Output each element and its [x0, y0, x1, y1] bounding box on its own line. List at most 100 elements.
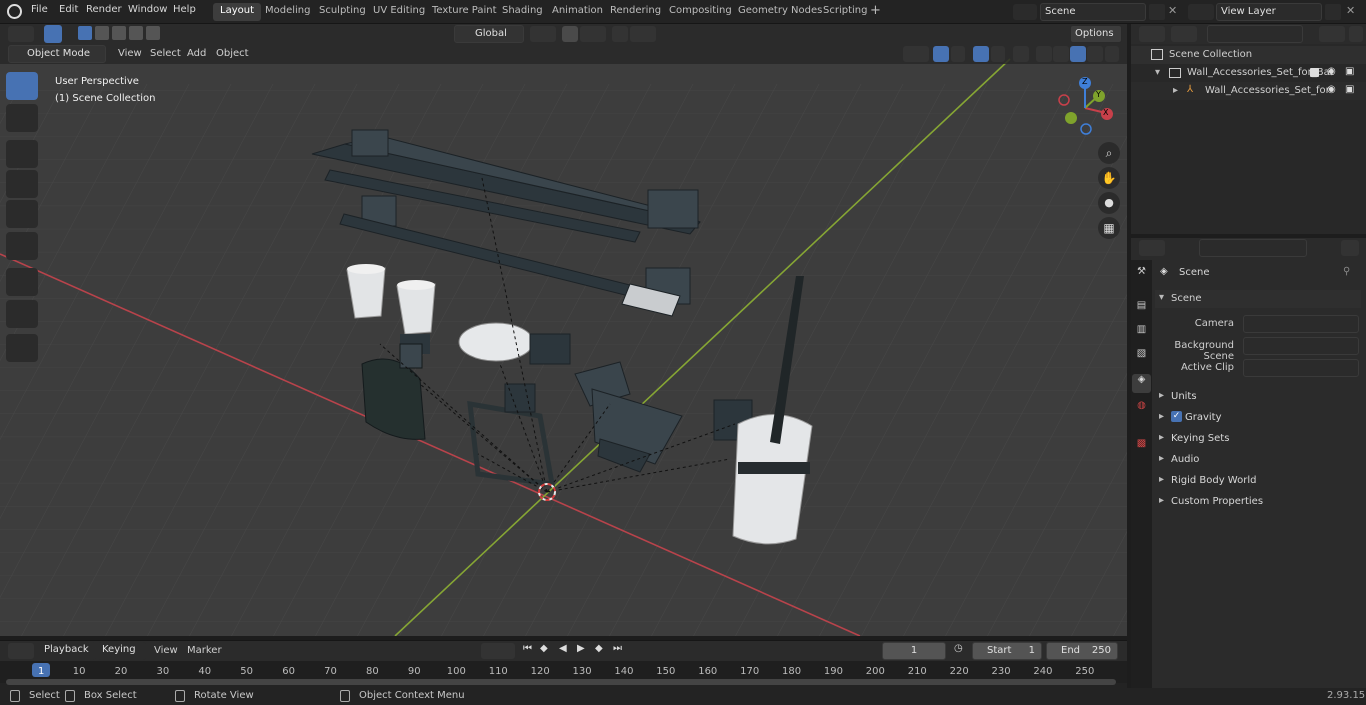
jump-end-icon[interactable]: ⏭ — [613, 643, 627, 659]
background-scene-field[interactable] — [1243, 337, 1359, 355]
tab-uv-editing[interactable]: UV Editing — [366, 3, 432, 21]
output-tab-icon[interactable]: ▥ — [1133, 324, 1150, 341]
camera-field[interactable] — [1243, 315, 1359, 333]
menu-object[interactable]: Object — [216, 48, 249, 59]
tab-compositing[interactable]: Compositing — [662, 3, 739, 21]
editor-type-icon[interactable] — [8, 26, 34, 42]
view-layer-tab-icon[interactable]: ▧ — [1133, 348, 1150, 365]
select-mode-intersect-icon[interactable] — [146, 26, 160, 40]
properties-editor-icon[interactable] — [1139, 240, 1165, 256]
xray-icon[interactable] — [1013, 46, 1029, 62]
outliner-editor-icon[interactable] — [1139, 26, 1165, 42]
world-tab-icon[interactable]: ◍ — [1133, 400, 1150, 417]
tab-rendering[interactable]: Rendering — [603, 3, 668, 21]
snap-icon[interactable] — [562, 26, 578, 42]
solid-shading-icon[interactable] — [1053, 46, 1069, 62]
timeline-scrollbar[interactable] — [6, 679, 1116, 685]
gizmo-toggle-icon[interactable] — [933, 46, 949, 62]
display-mode-icon[interactable] — [1171, 26, 1197, 42]
measure-tool-icon[interactable] — [6, 300, 38, 328]
eye-icon[interactable]: ◉ — [1327, 66, 1336, 77]
pivot-point-icon[interactable] — [530, 26, 556, 42]
tab-geometry-nodes[interactable]: Geometry Nodes — [731, 3, 829, 21]
playback-menu[interactable]: Playback — [40, 642, 96, 660]
menu-select[interactable]: Select — [150, 48, 181, 59]
section-units[interactable]: ▸ Units — [1155, 388, 1361, 406]
scale-tool-icon[interactable] — [6, 200, 38, 228]
menu-view[interactable]: View — [118, 48, 142, 59]
tab-sculpting[interactable]: Sculpting — [312, 3, 373, 21]
outliner-row-collection[interactable]: ▾ Wall_Accessories_Set_for_Bat ◉ ▣ — [1131, 64, 1366, 82]
gravity-checkbox[interactable]: ✓ — [1171, 411, 1182, 422]
close-scene-icon[interactable]: ✕ — [1168, 4, 1180, 20]
annotate-tool-icon[interactable] — [6, 268, 38, 296]
camera-view-icon[interactable]: ● — [1098, 192, 1120, 214]
mode-dropdown[interactable]: Object Mode — [8, 45, 106, 63]
timeline-editor-icon[interactable] — [8, 643, 34, 659]
menu-edit[interactable]: Edit — [59, 4, 78, 15]
transform-orientation-dropdown[interactable]: Global — [454, 25, 524, 43]
add-cube-tool-icon[interactable] — [6, 334, 38, 362]
visibility-icon[interactable] — [903, 46, 929, 62]
cursor-tool-icon[interactable] — [6, 104, 38, 132]
properties-search-input[interactable] — [1199, 239, 1307, 257]
active-clip-field[interactable] — [1243, 359, 1359, 377]
view-layer-icon[interactable] — [1188, 4, 1214, 20]
3d-viewport[interactable]: User Perspective (1) Scene Collection X … — [0, 44, 1127, 636]
section-audio[interactable]: ▸ Audio — [1155, 451, 1361, 469]
next-keyframe-icon[interactable]: ◆ — [595, 643, 609, 659]
shading-dropdown-icon[interactable] — [1105, 46, 1119, 62]
current-frame-field[interactable]: 1 — [882, 642, 946, 660]
scene-panel-header[interactable]: ▾ Scene — [1155, 290, 1361, 308]
eye-icon[interactable]: ◉ — [1327, 84, 1336, 95]
outliner-row-object[interactable]: ▸ ⅄ Wall_Accessories_Set_for ◉ ▣ — [1131, 82, 1366, 100]
auto-key-icon[interactable] — [481, 643, 515, 659]
section-keying-sets[interactable]: ▸ Keying Sets — [1155, 430, 1361, 448]
menu-help[interactable]: Help — [173, 4, 196, 15]
select-mode-extend-icon[interactable] — [95, 26, 109, 40]
gizmo-dropdown-icon[interactable] — [951, 46, 965, 62]
outliner-row-scene-collection[interactable]: Scene Collection — [1131, 46, 1366, 64]
scene-selector-icon[interactable] — [1013, 4, 1037, 20]
close-view-layer-icon[interactable]: ✕ — [1346, 4, 1358, 20]
tab-layout[interactable]: Layout — [213, 3, 261, 21]
filter-icon[interactable] — [1319, 26, 1345, 42]
timeline-view-menu[interactable]: View — [154, 645, 178, 656]
menu-file[interactable]: File — [31, 4, 48, 15]
transform-tool-icon[interactable] — [6, 232, 38, 260]
menu-render[interactable]: Render — [86, 4, 122, 15]
rotate-tool-icon[interactable] — [6, 170, 38, 198]
preview-range-icon[interactable]: ◷ — [954, 643, 968, 659]
expand-arrow-icon[interactable]: ▸ — [1173, 85, 1178, 96]
timeline-marker-menu[interactable]: Marker — [187, 645, 222, 656]
new-collection-icon[interactable] — [1349, 26, 1363, 42]
expand-arrow-icon[interactable]: ▾ — [1155, 67, 1160, 78]
new-view-layer-icon[interactable] — [1325, 4, 1341, 20]
proportional-falloff-icon[interactable] — [630, 26, 656, 42]
keying-menu[interactable]: Keying — [98, 642, 146, 660]
tab-animation[interactable]: Animation — [545, 3, 610, 21]
prev-keyframe-icon[interactable]: ◆ — [540, 643, 554, 659]
zoom-icon[interactable]: ⌕ — [1098, 142, 1120, 164]
select-box-tool-icon[interactable] — [6, 72, 38, 100]
select-mode-invert-icon[interactable] — [129, 26, 143, 40]
play-icon[interactable]: ▶ — [577, 643, 591, 659]
exclude-checkbox-icon[interactable] — [1310, 68, 1319, 77]
camera-icon[interactable]: ▣ — [1345, 84, 1354, 95]
play-reverse-icon[interactable]: ◀ — [559, 643, 573, 659]
overlays-dropdown-icon[interactable] — [991, 46, 1005, 62]
tool-tab-icon[interactable]: ⚒ — [1133, 266, 1150, 283]
scene-name-field[interactable]: Scene — [1040, 3, 1146, 21]
section-rigid-body-world[interactable]: ▸ Rigid Body World — [1155, 472, 1361, 490]
tab-scripting[interactable]: Scripting — [816, 3, 874, 21]
add-workspace-button[interactable]: + — [870, 4, 884, 19]
rendered-shading-icon[interactable] — [1087, 46, 1103, 62]
end-frame-field[interactable]: End 250 — [1046, 642, 1118, 660]
section-gravity[interactable]: ▸ ✓ Gravity — [1155, 409, 1361, 427]
tab-shading[interactable]: Shading — [495, 3, 550, 21]
select-mode-new-icon[interactable] — [78, 26, 92, 40]
camera-icon[interactable]: ▣ — [1345, 66, 1354, 77]
view-layer-field[interactable]: View Layer — [1216, 3, 1322, 21]
menu-add[interactable]: Add — [187, 48, 206, 59]
tab-modeling[interactable]: Modeling — [258, 3, 318, 21]
